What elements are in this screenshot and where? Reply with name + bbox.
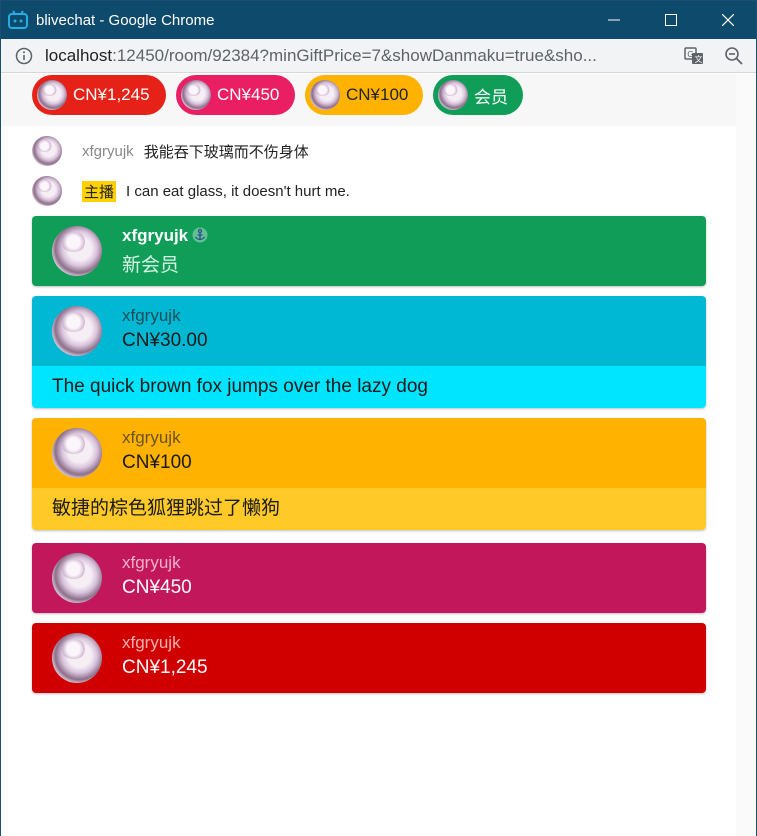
card-header: xfgryujk CN¥1,245: [32, 623, 706, 693]
super-chat-card: xfgryujk CN¥1,245: [32, 623, 706, 693]
avatar: [32, 176, 62, 206]
owner-badge: 主播: [82, 180, 117, 202]
close-button[interactable]: [699, 1, 756, 39]
author-name: xfgryujk: [122, 553, 181, 572]
title-bar: blivechat - Google Chrome: [1, 1, 756, 39]
info-icon[interactable]: [15, 47, 33, 65]
message-text: 我能吞下玻璃而不伤身体: [143, 143, 309, 161]
ticker-amount: CN¥450: [217, 85, 280, 104]
url-path: :12450/room/92384?minGiftPrice=7&showDan…: [112, 45, 597, 65]
card-header: xfgryujk 新会员: [32, 216, 706, 286]
url-host: localhost: [45, 45, 113, 65]
close-icon: [721, 14, 734, 26]
avatar: [32, 136, 62, 166]
super-chat-card: xfgryujk CN¥450: [32, 543, 706, 613]
ticker-item[interactable]: 会员: [433, 75, 523, 115]
gift-amount: CN¥1,245: [122, 657, 208, 678]
ticker-item[interactable]: CN¥100: [305, 75, 423, 115]
ticker-amount: CN¥1,245: [73, 85, 150, 104]
browser-window: blivechat - Google Chrome localhost:1245…: [0, 0, 757, 836]
membership-label: 新会员: [122, 255, 180, 276]
author-name: xfgryujk: [122, 428, 181, 447]
membership-card: xfgryujk 新会员: [32, 216, 706, 286]
chat-message: 主播 I can eat glass, it doesn't hurt me.: [32, 176, 350, 206]
maximize-button[interactable]: [642, 1, 699, 39]
super-chat-message: The quick brown fox jumps over the lazy …: [32, 366, 706, 408]
author-name: xfgryujk: [82, 142, 134, 160]
blivechat-icon: [8, 10, 28, 30]
avatar: [52, 226, 102, 276]
ticker-amount: CN¥100: [346, 85, 409, 104]
url-field[interactable]: localhost:12450/room/92384?minGiftPrice=…: [45, 46, 670, 66]
avatar: [52, 306, 102, 356]
svg-text:文: 文: [695, 54, 703, 64]
avatar: [52, 633, 102, 683]
minimize-icon: [607, 19, 620, 21]
card-header: xfgryujk CN¥30.00: [32, 296, 706, 366]
avatar: [52, 553, 102, 603]
ticker-amount: 会员: [474, 87, 508, 107]
card-header: xfgryujk CN¥450: [32, 543, 706, 613]
address-bar: localhost:12450/room/92384?minGiftPrice=…: [1, 39, 756, 73]
gift-amount: CN¥30.00: [122, 330, 208, 351]
avatar: [310, 80, 340, 110]
author-name: xfgryujk: [122, 226, 208, 246]
ticker-item[interactable]: CN¥1,245: [32, 75, 166, 115]
avatar: [52, 428, 102, 478]
avatar: [37, 80, 67, 110]
gift-amount: CN¥100: [122, 452, 192, 473]
super-chat-message: 敏捷的棕色狐狸跳过了懒狗: [32, 488, 706, 530]
chat-message: xfgryujk 我能吞下玻璃而不伤身体: [32, 136, 309, 166]
super-chat-card: xfgryujk CN¥30.00 The quick brown fox ju…: [32, 296, 706, 408]
avatar: [181, 80, 211, 110]
maximize-icon: [664, 14, 677, 26]
gift-amount: CN¥450: [122, 577, 192, 598]
ticker-item[interactable]: CN¥450: [176, 75, 295, 115]
zoom-out-icon[interactable]: [723, 45, 745, 67]
card-header: xfgryujk CN¥100: [32, 418, 706, 488]
super-chat-card: xfgryujk CN¥100 敏捷的棕色狐狸跳过了懒狗: [32, 418, 706, 530]
avatar: [438, 80, 468, 110]
svg-text:G: G: [687, 50, 693, 59]
author-name: xfgryujk: [122, 306, 181, 325]
window-title: blivechat - Google Chrome: [36, 11, 215, 29]
page-content: CN¥1,245 CN¥450 CN¥100 会员 xfgryujk 我能吞下玻…: [1, 74, 756, 836]
author-name: xfgryujk: [122, 633, 181, 652]
anchor-icon: [192, 227, 208, 243]
message-text: I can eat glass, it doesn't hurt me.: [126, 182, 350, 200]
translate-icon[interactable]: G文: [683, 45, 705, 67]
minimize-button[interactable]: [585, 1, 642, 39]
scrollbar[interactable]: [736, 74, 756, 836]
